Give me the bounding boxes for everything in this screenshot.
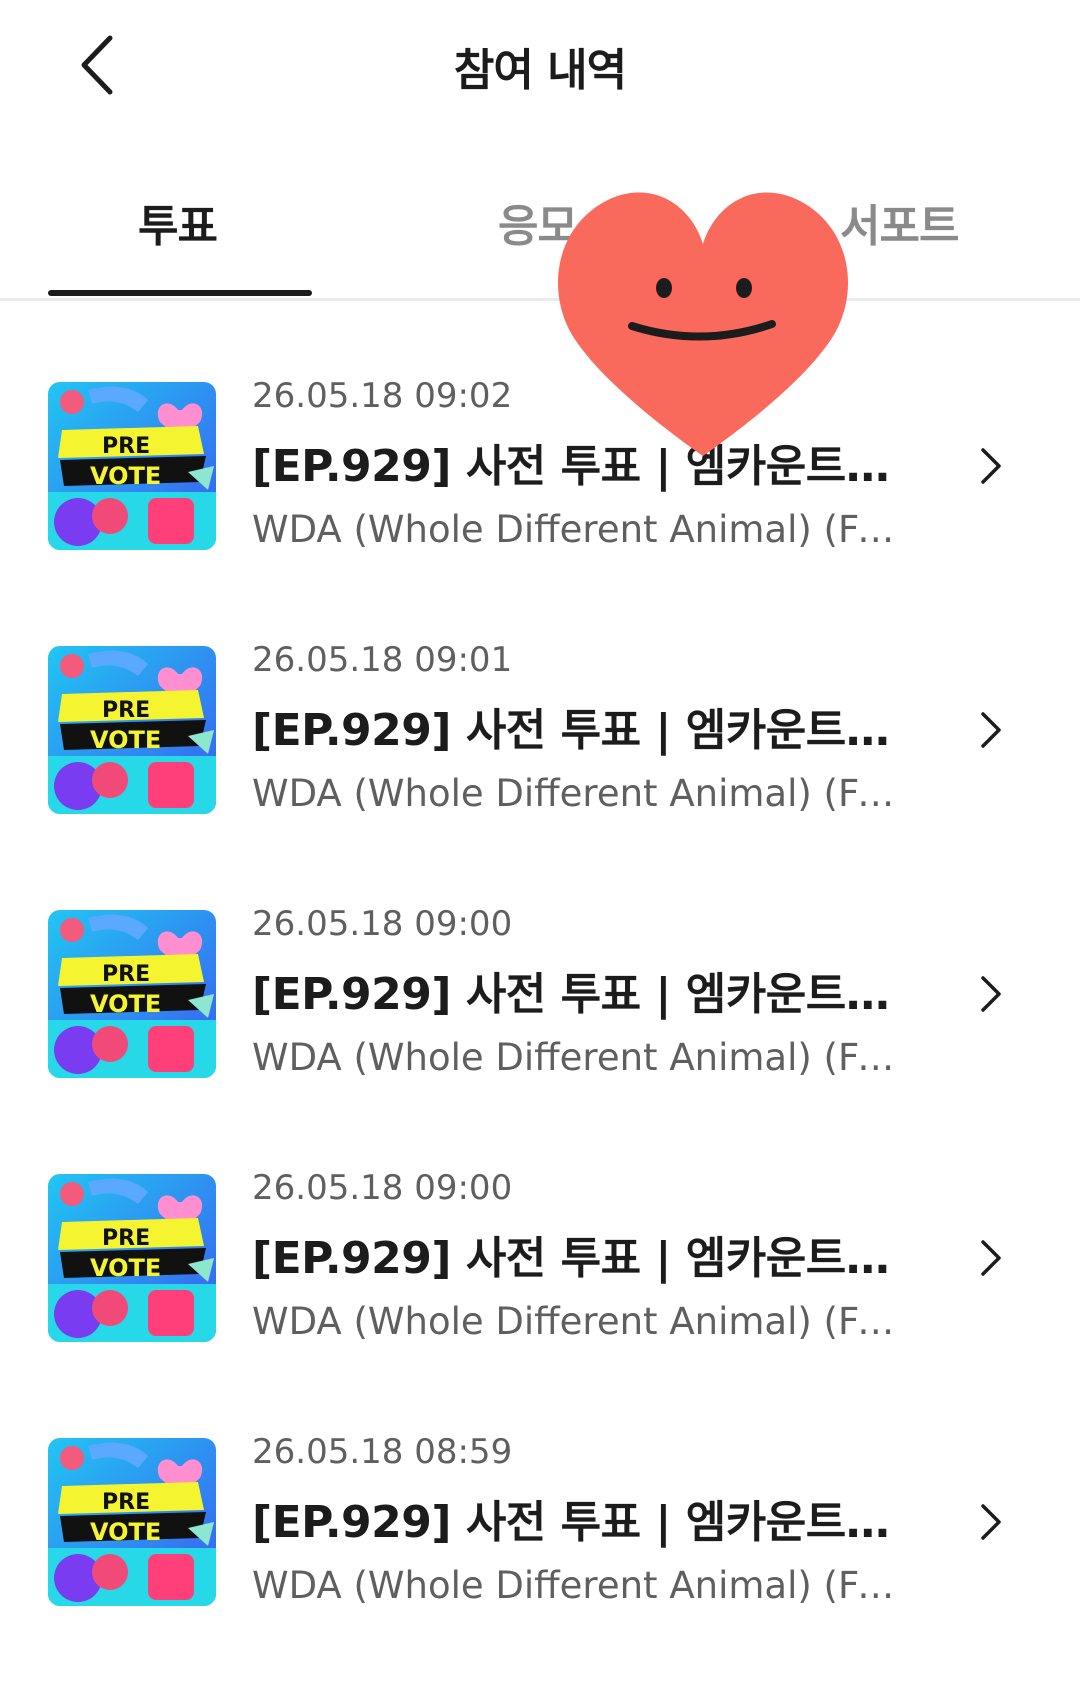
thumb-text-vote: VOTE	[90, 726, 162, 754]
list-item-3[interactable]: PRE VOTE 26.05.18 09:00 [EP.929] 사전 투표 |…	[0, 904, 1080, 1172]
chevron-right-icon	[981, 1240, 1001, 1276]
active-tab-indicator	[48, 290, 312, 296]
item-date: 26.05.18 09:00	[252, 904, 513, 944]
item-date: 26.05.18 08:59	[252, 1432, 513, 1472]
chevron-right-icon	[981, 712, 1001, 748]
thumbnail: PRE VOTE	[48, 1438, 216, 1606]
thumb-text-pre: PRE	[102, 1490, 151, 1515]
thumbnail: PRE VOTE	[48, 382, 216, 550]
item-subtitle: WDA (Whole Different Animal) (Feat. …	[252, 1564, 912, 1607]
list-item-2[interactable]: PRE VOTE 26.05.18 09:01 [EP.929] 사전 투표 |…	[0, 640, 1080, 908]
item-title: [EP.929] 사전 투표 | 엠카운트다운	[252, 1497, 912, 1548]
list-item-4[interactable]: PRE VOTE 26.05.18 09:00 [EP.929] 사전 투표 |…	[0, 1168, 1080, 1436]
thumbnail: PRE VOTE	[48, 1174, 216, 1342]
thumbnail: PRE VOTE	[48, 910, 216, 1078]
item-date: 26.05.18 09:02	[252, 376, 513, 416]
list-item-5[interactable]: PRE VOTE 26.05.18 08:59 [EP.929] 사전 투표 |…	[0, 1432, 1080, 1700]
thumb-text-vote: VOTE	[90, 1518, 162, 1546]
thumb-text-pre: PRE	[102, 1226, 151, 1251]
item-date: 26.05.18 09:00	[252, 1168, 513, 1208]
thumbnail: PRE VOTE	[48, 646, 216, 814]
item-subtitle: WDA (Whole Different Animal) (Feat. …	[252, 1036, 912, 1079]
item-title: [EP.929] 사전 투표 | 엠카운트다운	[252, 1233, 912, 1284]
item-subtitle: WDA (Whole Different Animal) (Feat. …	[252, 772, 912, 815]
item-subtitle: WDA (Whole Different Animal) (Feat. …	[252, 1300, 912, 1343]
item-date: 26.05.18 09:01	[252, 640, 513, 680]
item-subtitle: WDA (Whole Different Animal) (Feat. …	[252, 508, 912, 551]
tab-apply[interactable]: 응모	[498, 190, 578, 254]
chevron-right-icon	[981, 1504, 1001, 1540]
list-item-1[interactable]: PRE VOTE 26.05.18 09:02 [EP.929] 사전 투표 |…	[0, 376, 1080, 644]
thumb-text-vote: VOTE	[90, 1254, 162, 1282]
thumb-text-pre: PRE	[102, 698, 151, 723]
chevron-right-icon	[981, 976, 1001, 1012]
item-title: [EP.929] 사전 투표 | 엠카운트다운	[252, 969, 912, 1020]
tab-vote[interactable]: 투표	[138, 190, 218, 254]
item-title: [EP.929] 사전 투표 | 엠카운트다운	[252, 705, 912, 756]
header: 참여 내역	[0, 0, 1080, 130]
participation-list: PRE VOTE 26.05.18 09:02 [EP.929] 사전 투표 |…	[0, 376, 1080, 1700]
item-title: [EP.929] 사전 투표 | 엠카운트다운	[252, 441, 912, 492]
thumb-text-vote: VOTE	[90, 990, 162, 1018]
thumb-text-vote: VOTE	[90, 462, 162, 490]
thumb-text-pre: PRE	[102, 962, 151, 987]
page-title: 참여 내역	[453, 45, 627, 96]
chevron-right-icon	[981, 448, 1001, 484]
tab-bar: 투표 응모 서포트	[0, 180, 1080, 301]
tab-support[interactable]: 서포트	[840, 190, 959, 254]
thumb-text-pre: PRE	[102, 434, 151, 459]
